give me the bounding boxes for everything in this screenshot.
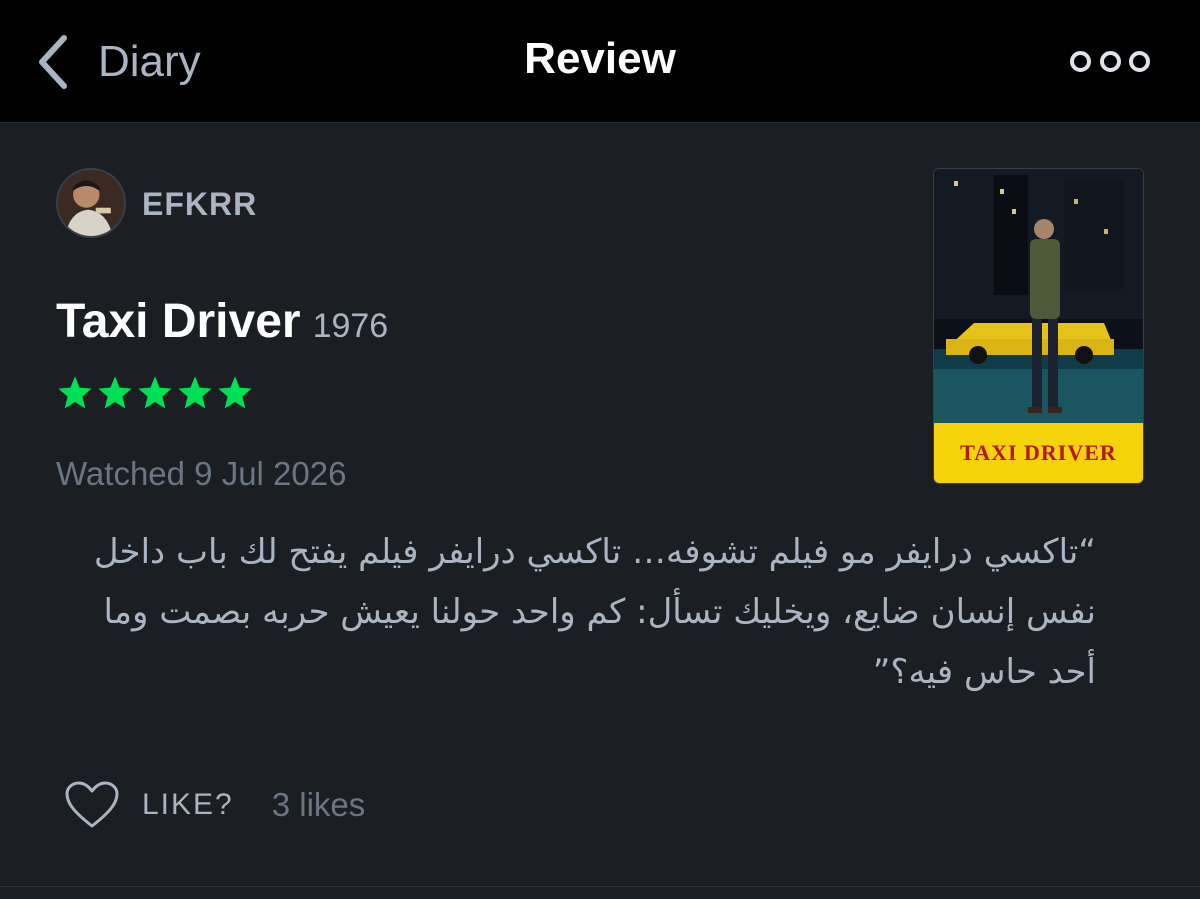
chevron-left-icon — [39, 35, 67, 89]
film-title[interactable]: Taxi Driver — [56, 294, 301, 349]
watched-date: Watched 9 Jul 2026 — [56, 455, 347, 492]
review-body: “تاكسي درايفر مو فيلم تشوفه… تاكسي درايف… — [93, 532, 1096, 692]
film-poster[interactable]: TAXI DRIVER — [933, 168, 1144, 484]
heart-icon — [65, 781, 119, 828]
ellipsis-icon — [1099, 50, 1121, 72]
star-icon — [178, 376, 212, 409]
back-button[interactable]: Diary — [36, 34, 236, 90]
more-options-button[interactable] — [1070, 44, 1150, 78]
ellipsis-icon — [1070, 50, 1091, 72]
star-icon — [138, 376, 172, 409]
likes-count[interactable]: 3 likes — [272, 786, 366, 824]
avatar-image — [58, 170, 124, 236]
like-label: LIKE? — [142, 788, 234, 821]
star-icon — [98, 376, 132, 409]
film-year: 1976 — [312, 307, 389, 345]
star-icon — [58, 376, 92, 409]
ellipsis-icon — [1129, 50, 1150, 72]
divider — [0, 886, 1200, 887]
poster-image — [934, 169, 1143, 425]
poster-caption: TAXI DRIVER — [934, 423, 1143, 483]
star-rating — [56, 374, 254, 412]
user-avatar[interactable] — [56, 168, 126, 238]
like-row: LIKE? 3 likes — [64, 780, 365, 830]
username[interactable]: EFKRR — [142, 186, 257, 223]
like-button[interactable]: LIKE? — [64, 780, 234, 830]
back-label: Diary — [98, 37, 201, 86]
navigation-bar: Diary Review — [0, 0, 1200, 123]
film-heading: Taxi Driver 1976 — [56, 294, 388, 349]
star-icon — [218, 376, 252, 409]
